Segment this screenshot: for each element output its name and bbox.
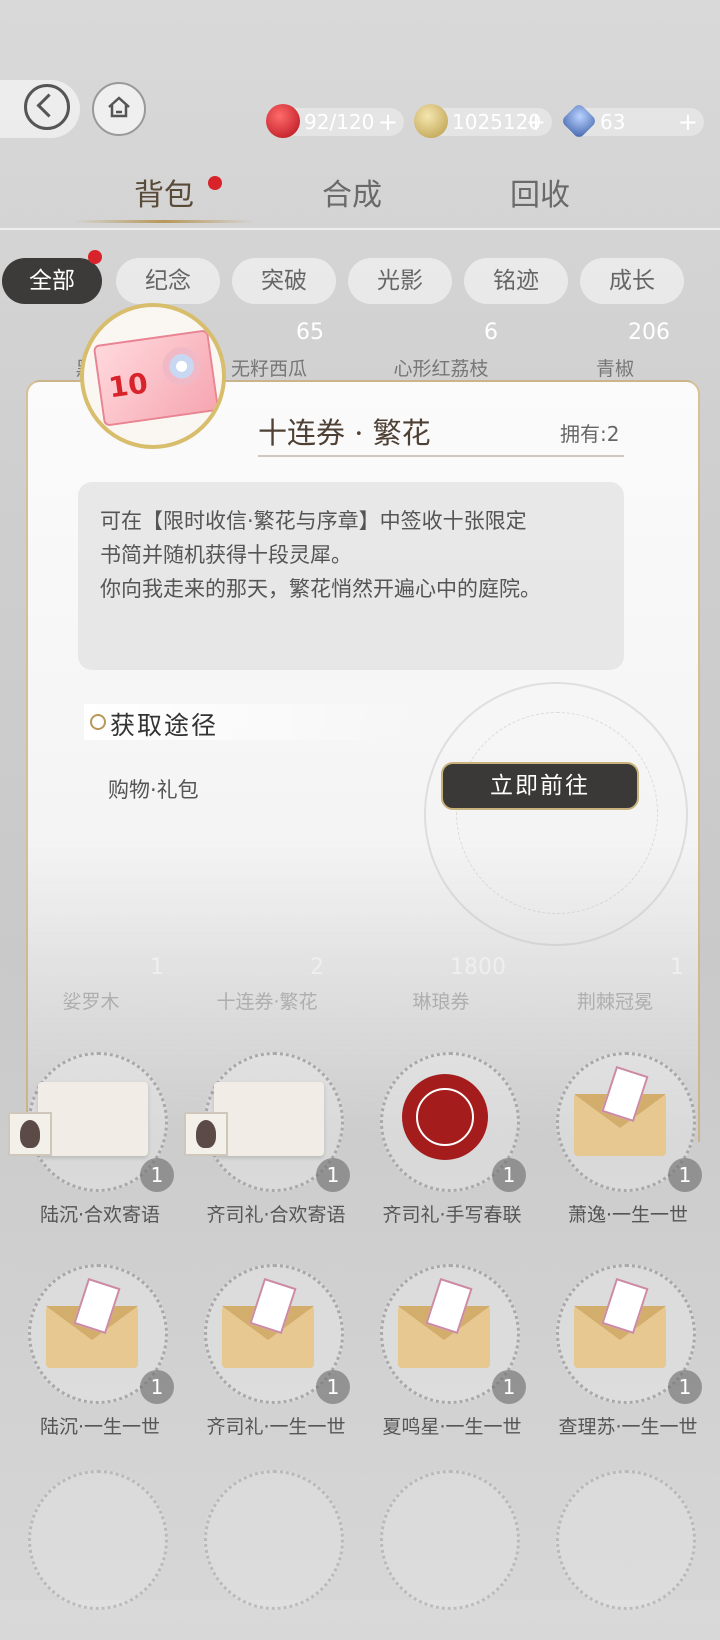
add-gem-button[interactable]: + bbox=[678, 108, 698, 136]
item-count: 1 bbox=[316, 1158, 350, 1192]
item-count: 206 bbox=[628, 320, 670, 345]
owned-count: 拥有:2 bbox=[560, 422, 620, 446]
acquire-source: 购物·礼包 bbox=[108, 778, 199, 802]
item-name: 萧逸·一生一世 bbox=[567, 1204, 689, 1226]
back-button[interactable] bbox=[0, 80, 80, 138]
add-coin-button[interactable]: + bbox=[526, 108, 546, 136]
item-count: 1800 bbox=[450, 955, 506, 980]
item-count: 1 bbox=[668, 1370, 702, 1404]
filter-inscription[interactable]: 铭迹 bbox=[464, 258, 568, 304]
filter-bar: 全部 纪念 突破 光影 铭迹 成长 bbox=[0, 250, 720, 308]
filter-commemorative[interactable]: 纪念 bbox=[116, 258, 220, 304]
item-description-box: 可在【限时收信·繁花与序章】中签收十张限定 书简并随机获得十段灵犀。 你向我走来… bbox=[78, 482, 624, 670]
item-name[interactable]: 青椒 bbox=[530, 354, 700, 381]
item-count: 1 bbox=[668, 1158, 702, 1192]
title-divider bbox=[258, 455, 624, 457]
flower-icon bbox=[160, 344, 204, 388]
item-name: 齐司礼·一生一世 bbox=[206, 1416, 346, 1438]
moon-decoration-inner bbox=[456, 712, 658, 914]
inventory-item[interactable]: 1 齐司礼·一生一世 bbox=[196, 1264, 356, 1438]
item-count: 6 bbox=[484, 320, 498, 345]
portrait-icon bbox=[184, 1112, 228, 1156]
go-now-button[interactable]: 立即前往 bbox=[441, 762, 639, 810]
tab-backpack[interactable]: 背包 bbox=[134, 170, 194, 214]
acquire-title: 获取途径 bbox=[110, 711, 219, 740]
inventory-item-partial[interactable] bbox=[548, 1470, 708, 1640]
inventory-item[interactable]: 1 陆沉·一生一世 bbox=[20, 1264, 180, 1438]
item-count: 65 bbox=[296, 320, 324, 345]
item-name[interactable]: 琳琅券 bbox=[356, 987, 526, 1014]
item-circle bbox=[204, 1470, 344, 1610]
item-name: 陆沉·合欢寄语 bbox=[39, 1204, 161, 1226]
letter-card-icon bbox=[38, 1082, 148, 1156]
inventory-item-partial[interactable] bbox=[20, 1470, 180, 1640]
inventory-item[interactable]: 1 齐司礼·合欢寄语 bbox=[184, 1052, 356, 1226]
active-tab-underline bbox=[74, 220, 254, 223]
description-line: 你向我走来的那天，繁花悄然开遍心中的庭院。 bbox=[100, 577, 541, 601]
coin-counter[interactable]: 1025120 + bbox=[414, 104, 552, 138]
inventory-item[interactable]: 1 夏鸣星·一生一世 bbox=[372, 1264, 532, 1438]
tabs-divider bbox=[0, 228, 720, 230]
item-count: 1 bbox=[140, 1370, 174, 1404]
ten-draw-ticket-icon: 10 bbox=[92, 329, 220, 427]
item-count: 1 bbox=[670, 955, 684, 980]
inventory-item-partial[interactable] bbox=[196, 1470, 356, 1640]
tab-recycle[interactable]: 回收 bbox=[510, 170, 570, 214]
filter-growth[interactable]: 成长 bbox=[580, 258, 684, 304]
item-name: 夏鸣星·一生一世 bbox=[382, 1416, 522, 1438]
item-count: 1 bbox=[140, 1158, 174, 1192]
stamina-counter[interactable]: 92/120 + bbox=[266, 104, 404, 138]
apple-icon bbox=[266, 104, 300, 138]
item-name: 齐司礼·合欢寄语 bbox=[206, 1204, 346, 1226]
diamond-icon bbox=[560, 102, 598, 140]
item-circle bbox=[28, 1470, 168, 1610]
red-seal-icon bbox=[402, 1074, 488, 1160]
inventory-item-partial[interactable] bbox=[372, 1470, 532, 1640]
item-name[interactable]: 娑罗木 bbox=[6, 987, 176, 1014]
filter-light-shadow[interactable]: 光影 bbox=[348, 258, 452, 304]
gem-value: 63 bbox=[600, 110, 626, 134]
item-circle bbox=[556, 1470, 696, 1610]
item-icon-frame: 10 bbox=[80, 303, 226, 449]
item-name: 查理苏·一生一世 bbox=[558, 1416, 698, 1438]
inventory-item[interactable]: 1 陆沉·合欢寄语 bbox=[8, 1052, 180, 1226]
item-circle bbox=[380, 1470, 520, 1610]
item-name: 齐司礼·手写春联 bbox=[382, 1204, 522, 1226]
filter-notification-dot bbox=[88, 250, 102, 264]
item-name[interactable]: 十连券·繁花 bbox=[182, 987, 352, 1014]
filter-all[interactable]: 全部 bbox=[2, 258, 102, 304]
stamina-value: 92/120 bbox=[304, 110, 375, 134]
main-tabs: 背包 合成 回收 bbox=[0, 170, 720, 230]
description-line: 可在【限时收信·繁花与序章】中签收十张限定 bbox=[100, 509, 527, 533]
magnifier-icon bbox=[90, 714, 106, 730]
ticket-number: 10 bbox=[106, 366, 150, 405]
tab-synthesis[interactable]: 合成 bbox=[322, 170, 382, 214]
item-title: 十连券 · 繁花 bbox=[258, 416, 431, 450]
letter-card-icon bbox=[214, 1082, 324, 1156]
item-count: 1 bbox=[150, 955, 164, 980]
item-count: 1 bbox=[316, 1370, 350, 1404]
notification-dot bbox=[208, 176, 222, 190]
filter-breakthrough[interactable]: 突破 bbox=[232, 258, 336, 304]
home-icon bbox=[108, 96, 130, 118]
gem-counter[interactable]: 63 + bbox=[560, 102, 704, 140]
inventory-item[interactable]: 1 查理苏·一生一世 bbox=[548, 1264, 708, 1438]
item-count: 1 bbox=[492, 1370, 526, 1404]
item-count: 2 bbox=[310, 955, 324, 980]
coin-icon bbox=[414, 104, 448, 138]
portrait-icon bbox=[8, 1112, 52, 1156]
home-button[interactable] bbox=[92, 82, 146, 136]
acquire-section-header: 获取途径 bbox=[84, 704, 424, 740]
inventory-item[interactable]: 1 齐司礼·手写春联 bbox=[372, 1052, 532, 1226]
description-line: 书简并随机获得十段灵犀。 bbox=[100, 543, 352, 567]
top-bar: 92/120 + 1025120 + 63 + bbox=[0, 80, 720, 150]
inventory-item[interactable]: 1 萧逸·一生一世 bbox=[548, 1052, 708, 1226]
item-name[interactable]: 荆棘冠冕 bbox=[530, 987, 700, 1014]
item-name[interactable]: 心形红荔枝 bbox=[356, 354, 526, 381]
item-count: 1 bbox=[492, 1158, 526, 1192]
add-stamina-button[interactable]: + bbox=[378, 108, 398, 136]
item-name: 陆沉·一生一世 bbox=[39, 1416, 161, 1438]
back-arrow-icon bbox=[24, 84, 70, 130]
